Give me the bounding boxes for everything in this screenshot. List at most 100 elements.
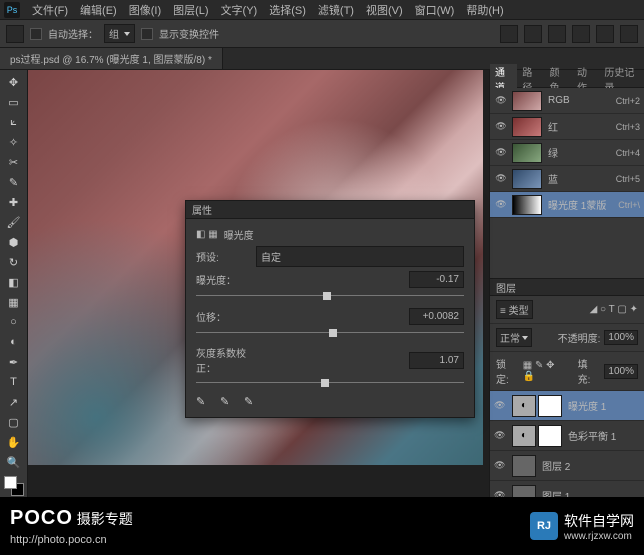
preset-dropdown[interactable]: 自定 — [256, 246, 464, 267]
move-tool-icon[interactable] — [6, 25, 24, 43]
lasso-tool-icon[interactable]: ⟀ — [3, 113, 25, 131]
layer-row[interactable]: 👁◐色彩平衡 1 — [490, 421, 644, 451]
stamp-tool-icon[interactable]: ⬢ — [3, 233, 25, 251]
visibility-icon[interactable]: 👁 — [494, 95, 508, 107]
menu-type[interactable]: 文字(Y) — [215, 2, 264, 18]
channel-thumb — [512, 143, 542, 163]
channel-thumb — [512, 91, 542, 111]
eyedropper-row: ✎ ✎ ✎ — [196, 395, 464, 409]
slider-track[interactable] — [196, 292, 464, 298]
channel-thumb — [512, 195, 542, 215]
marquee-tool-icon[interactable]: ▭ — [3, 93, 25, 111]
gradient-tool-icon[interactable]: ▦ — [3, 293, 25, 311]
fill-label: 填充: — [578, 356, 601, 386]
slider-label: 曝光度： — [196, 272, 256, 287]
align-icon[interactable] — [548, 25, 566, 43]
preset-label: 预设: — [196, 249, 256, 264]
crop-tool-icon[interactable]: ✂ — [3, 153, 25, 171]
slider-value[interactable]: -0.17 — [409, 271, 464, 288]
blur-tool-icon[interactable]: ○ — [3, 313, 25, 331]
brush-tool-icon[interactable]: 🖌 — [3, 213, 25, 231]
layers-lock-bar: 锁定: ▦ ✎ ✥ 🔒 填充: 100% — [490, 352, 644, 391]
slider-handle[interactable] — [323, 292, 331, 300]
options-bar: 自动选择： 组 显示变换控件 — [0, 20, 644, 48]
properties-header[interactable]: 属性 — [186, 201, 474, 219]
menu-file[interactable]: 文件(F) — [26, 2, 74, 18]
history-brush-tool-icon[interactable]: ↻ — [3, 253, 25, 271]
color-swatches[interactable] — [4, 476, 24, 496]
align-icon[interactable] — [620, 25, 638, 43]
fg-color-swatch[interactable] — [4, 476, 17, 489]
channel-row[interactable]: 👁曝光度 1蒙版Ctrl+\ — [490, 192, 644, 218]
visibility-icon[interactable]: 👁 — [494, 199, 508, 211]
eraser-tool-icon[interactable]: ◧ — [3, 273, 25, 291]
slider-track[interactable] — [196, 329, 464, 335]
path-tool-icon[interactable]: ↗ — [3, 393, 25, 411]
blend-mode-dropdown[interactable]: 正常 — [496, 328, 532, 347]
align-icon[interactable] — [524, 25, 542, 43]
eyedropper-black-icon[interactable]: ✎ — [196, 395, 210, 409]
layer-filter-dropdown[interactable]: ≡ 类型 — [496, 300, 533, 319]
pen-tool-icon[interactable]: ✒ — [3, 353, 25, 371]
channel-row[interactable]: 👁RGBCtrl+2 — [490, 88, 644, 114]
menu-filter[interactable]: 滤镜(T) — [312, 2, 360, 18]
app-logo: Ps — [4, 2, 20, 18]
menu-select[interactable]: 选择(S) — [263, 2, 312, 18]
layers-filter-bar: ≡ 类型 ◢ ○ T ▢ ✦ — [490, 296, 644, 324]
document-tab[interactable]: ps过程.psd @ 16.7% (曝光度 1, 图层蒙版/8) * — [0, 48, 223, 69]
visibility-icon[interactable]: 👁 — [494, 121, 508, 133]
eyedropper-gray-icon[interactable]: ✎ — [220, 395, 234, 409]
align-icon[interactable] — [572, 25, 590, 43]
menu-edit[interactable]: 编辑(E) — [74, 2, 123, 18]
panel-tabs: 通道 路径 颜色 动作 历史记录 — [490, 70, 644, 88]
channel-shortcut: Ctrl+2 — [616, 96, 640, 106]
dodge-tool-icon[interactable]: ◐ — [3, 333, 25, 351]
hand-tool-icon[interactable]: ✋ — [3, 433, 25, 451]
visibility-icon[interactable]: 👁 — [494, 147, 508, 159]
show-transform-checkbox[interactable] — [141, 28, 153, 40]
visibility-icon[interactable]: 👁 — [494, 173, 508, 185]
menu-help[interactable]: 帮助(H) — [460, 2, 509, 18]
channel-shortcut: Ctrl+3 — [616, 122, 640, 132]
shape-tool-icon[interactable]: ▢ — [3, 413, 25, 431]
channel-shortcut: Ctrl+4 — [616, 148, 640, 158]
slider-handle[interactable] — [329, 329, 337, 337]
slider-track[interactable] — [196, 379, 464, 385]
type-tool-icon[interactable]: T — [3, 373, 25, 391]
align-icon[interactable] — [596, 25, 614, 43]
mask-thumb — [538, 425, 562, 447]
channel-shortcut: Ctrl+5 — [616, 174, 640, 184]
auto-select-checkbox[interactable] — [30, 28, 42, 40]
layers-panel-header: 图层 — [490, 278, 644, 296]
align-icon[interactable] — [500, 25, 518, 43]
heal-tool-icon[interactable]: ✚ — [3, 193, 25, 211]
move-tool-icon[interactable]: ✥ — [3, 73, 25, 91]
menu-view[interactable]: 视图(V) — [360, 2, 409, 18]
menu-window[interactable]: 窗口(W) — [409, 2, 461, 18]
adjustment-type-label: 曝光度 — [224, 227, 254, 242]
layer-name: 图层 2 — [542, 458, 570, 473]
slider-value[interactable]: 1.07 — [409, 352, 464, 369]
channel-row[interactable]: 👁绿Ctrl+4 — [490, 140, 644, 166]
layer-row[interactable]: 👁 图层 2 — [490, 451, 644, 481]
opacity-field[interactable]: 100% — [604, 330, 638, 345]
eyedropper-white-icon[interactable]: ✎ — [244, 395, 258, 409]
slider-value[interactable]: +0.0082 — [409, 308, 464, 325]
slider-handle[interactable] — [321, 379, 329, 387]
wand-tool-icon[interactable]: ✧ — [3, 133, 25, 151]
channel-row[interactable]: 👁红Ctrl+3 — [490, 114, 644, 140]
eyedropper-tool-icon[interactable]: ✎ — [3, 173, 25, 191]
visibility-icon[interactable]: 👁 — [494, 460, 508, 471]
opacity-label: 不透明度: — [558, 330, 601, 345]
menu-image[interactable]: 图像(I) — [123, 2, 167, 18]
visibility-icon[interactable]: 👁 — [494, 430, 508, 441]
menu-layer[interactable]: 图层(L) — [167, 2, 214, 18]
fill-field[interactable]: 100% — [604, 364, 638, 379]
channel-row[interactable]: 👁蓝Ctrl+5 — [490, 166, 644, 192]
slider-label: 灰度系数校正： — [196, 345, 256, 375]
visibility-icon[interactable]: 👁 — [494, 400, 508, 411]
zoom-tool-icon[interactable]: 🔍 — [3, 453, 25, 471]
layer-row[interactable]: 👁◐曝光度 1 — [490, 391, 644, 421]
layer-name: 曝光度 1 — [568, 398, 606, 413]
auto-select-dropdown[interactable]: 组 — [104, 24, 135, 43]
